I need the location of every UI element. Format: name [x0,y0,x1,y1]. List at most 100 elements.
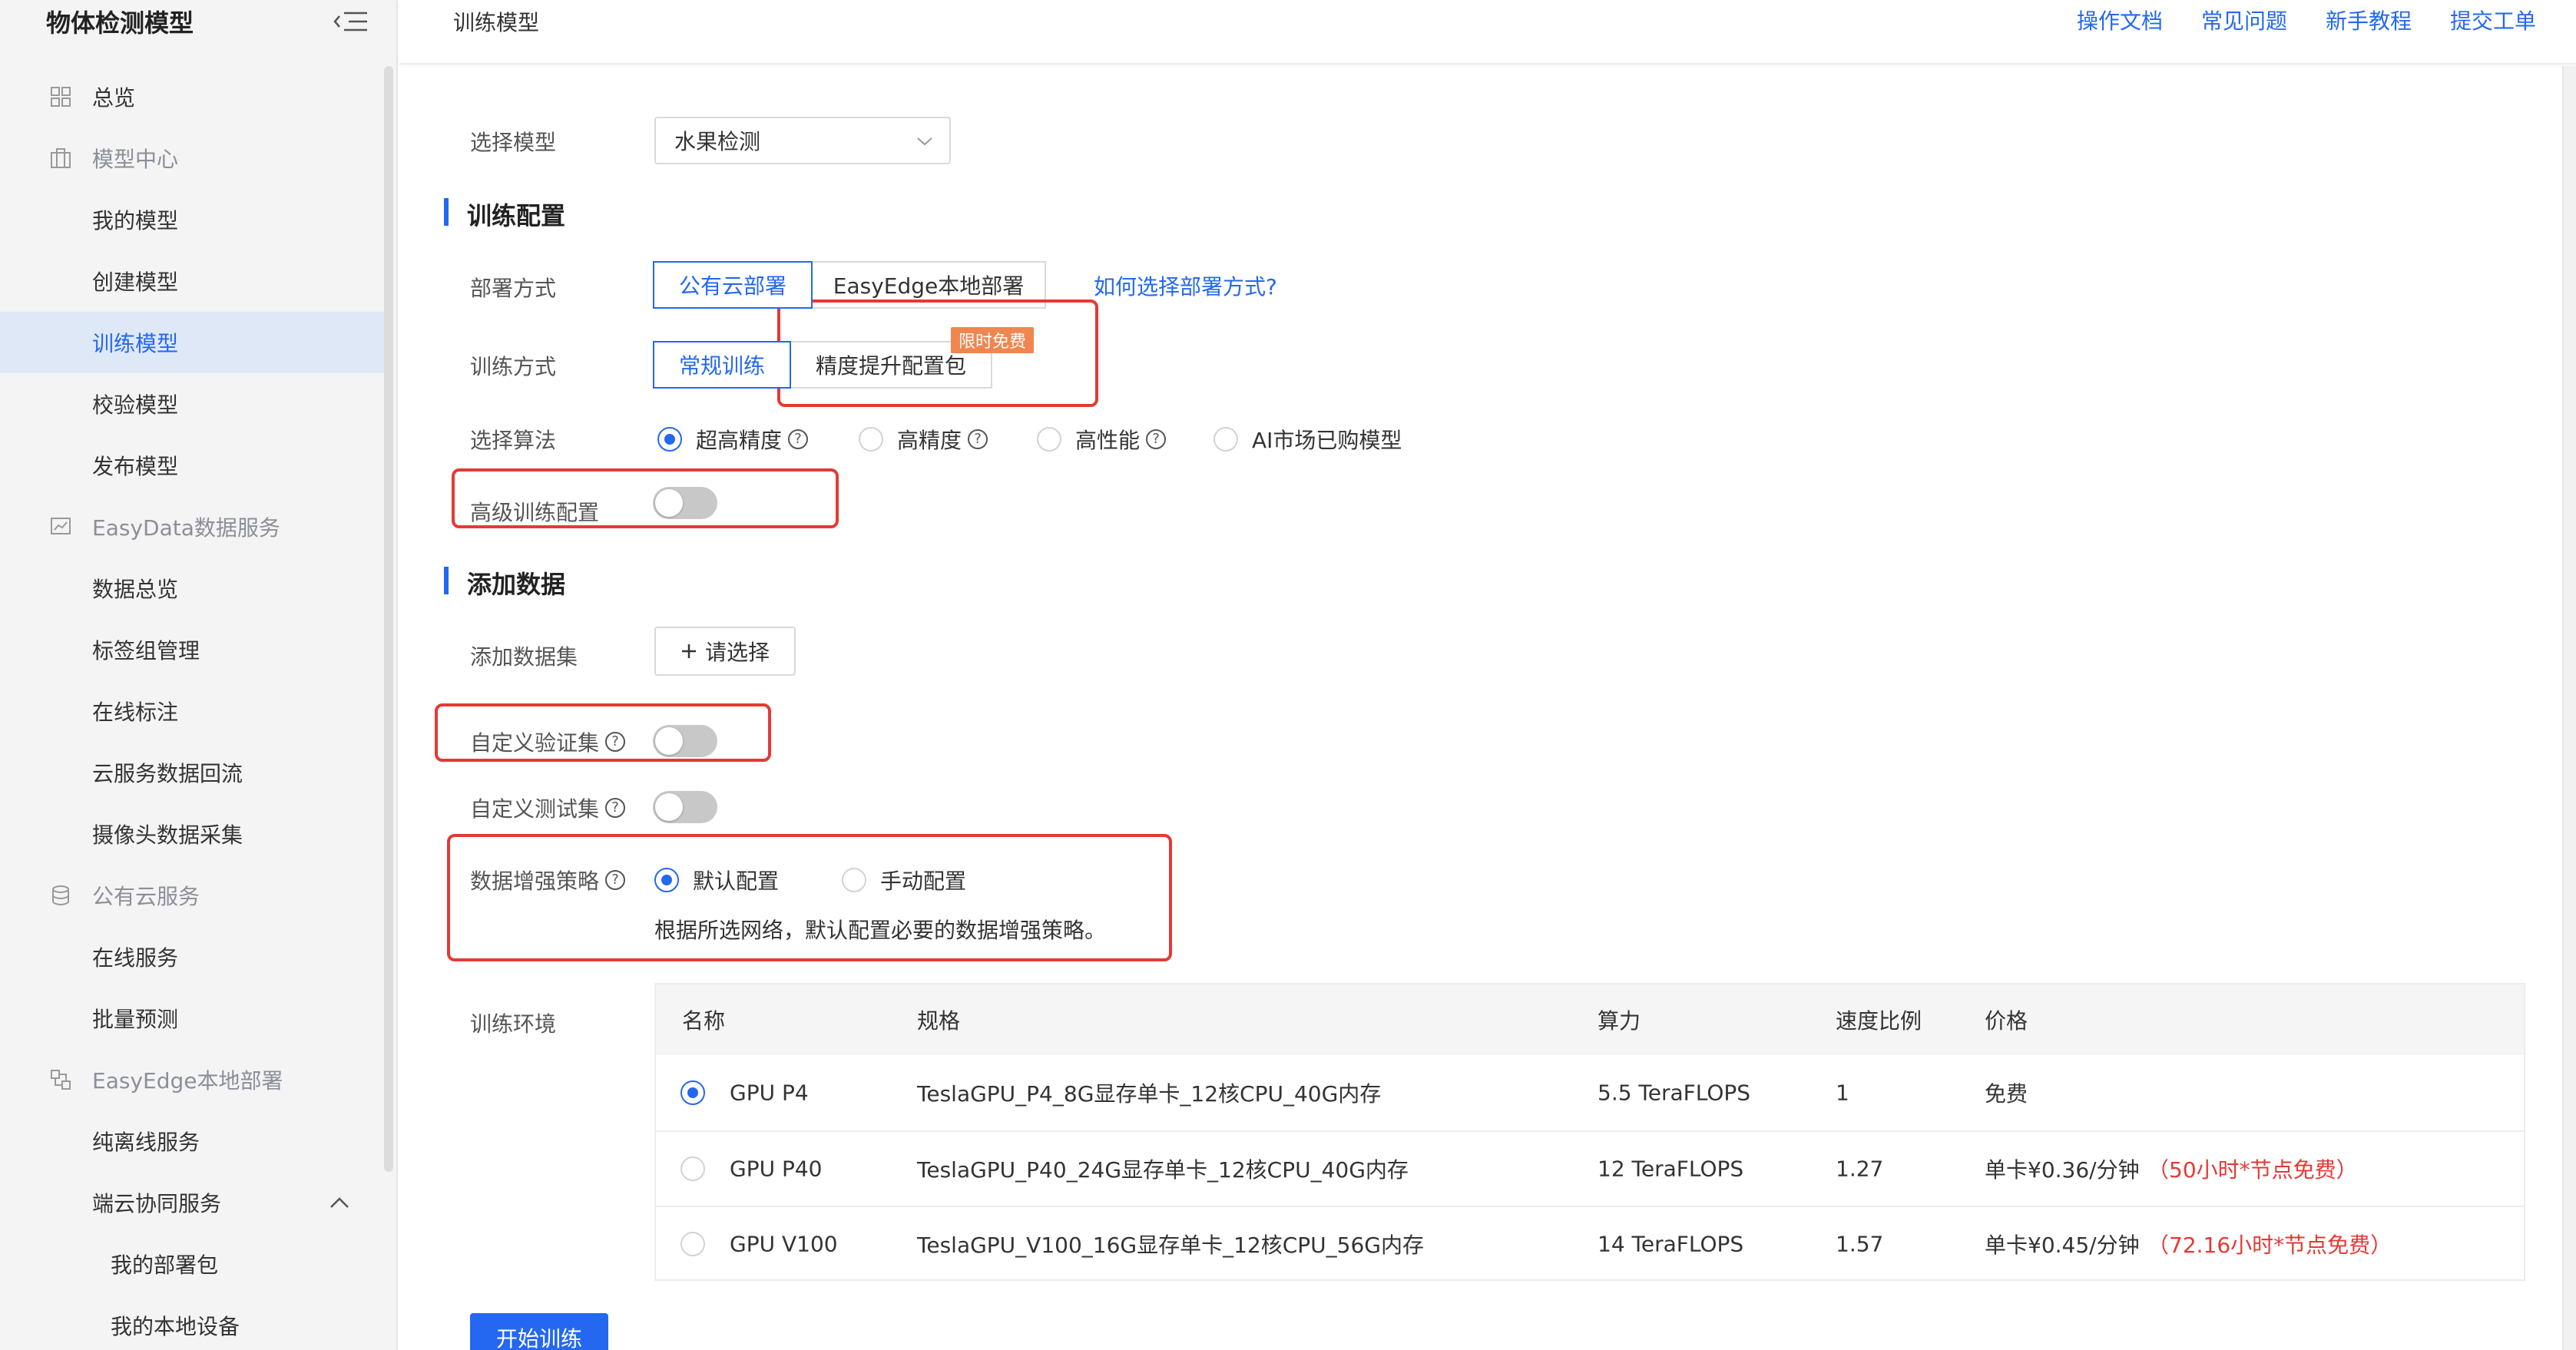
column-header-price: 价格 [1985,1008,2028,1034]
sidebar-item-label-groups[interactable]: 标签组管理 [0,619,387,680]
row-power: 14 TeraFLOPS [1598,1231,1744,1257]
sidebar: 物体检测模型 总览 模型中心 我的模型 创建模型 训练模型 校验模型 发布模型 … [0,0,398,1350]
help-icon[interactable]: ? [1146,429,1167,449]
column-header-ratio: 速度比例 [1836,1008,1922,1034]
table-row[interactable]: GPU P40 TeslaGPU_P40_24G显存单卡_12核CPU_40G内… [656,1130,2524,1206]
plus-icon [681,644,696,658]
row-name: GPU P40 [730,1156,823,1182]
sidebar-item-cloud-data-return[interactable]: 云服务数据回流 [0,742,387,803]
sidebar-item-label: 云服务数据回流 [92,761,243,786]
sidebar-item-label: 批量预测 [92,1007,179,1032]
column-header-power: 算力 [1598,1008,1641,1034]
model-select[interactable]: 水果检测 [654,117,951,164]
add-dataset-button[interactable]: 请选择 [654,627,796,676]
algo-market-radio[interactable]: AI市场已购模型 [1214,424,1402,455]
sidebar-item-label: EasyEdge本地部署 [92,1068,283,1094]
sidebar-item-offline-service[interactable]: 纯离线服务 [0,1110,387,1172]
sidebar-item-my-deploy-packages[interactable]: 我的部署包 [0,1233,387,1295]
sidebar-item-label: 摄像头数据采集 [92,822,243,848]
radio-dot [859,427,883,452]
sidebar-item-online-service[interactable]: 在线服务 [0,926,387,988]
sidebar-scrollbar[interactable] [384,66,393,1172]
row-promo: （50小时*节点免费） [2147,1157,2358,1183]
help-icon[interactable]: ? [788,429,809,449]
page-title: 训练模型 [453,10,540,35]
row-ratio: 1 [1836,1080,1849,1106]
column-header-spec: 规格 [917,1008,961,1034]
section-title-train-config: 训练配置 [444,197,565,232]
algo-ultra-high-radio[interactable]: 超高精度 ? [657,424,809,455]
sidebar-item-label: 创建模型 [92,270,179,295]
add-dataset-button-label: 请选择 [704,640,770,665]
sidebar-group-easyedge[interactable]: EasyEdge本地部署 [0,1049,387,1110]
sidebar-item-publish-model[interactable]: 发布模型 [0,435,387,496]
add-dataset-label: 添加数据集 [470,644,578,670]
sidebar-item-label: 纯离线服务 [92,1130,200,1155]
sidebar-item-data-overview[interactable]: 数据总览 [0,558,387,619]
help-icon[interactable]: ? [968,429,988,449]
row-ratio: 1.27 [1836,1156,1884,1182]
deploy-help-link[interactable]: 如何选择部署方式? [1094,270,1277,301]
deploy-public-cloud-button[interactable]: 公有云部署 [653,261,813,309]
row-power: 12 TeraFLOPS [1598,1156,1744,1182]
sidebar-item-label: 标签组管理 [92,638,200,663]
radio-dot [657,427,682,452]
table-header: 名称 规格 算力 速度比例 价格 [656,984,2524,1055]
sidebar-group-public-cloud[interactable]: 公有云服务 [0,865,387,926]
page-scrollbar[interactable] [2562,66,2576,1350]
row-spec: TeslaGPU_P4_8G显存单卡_12核CPU_40G内存 [917,1081,1382,1107]
link-faq[interactable]: 常见问题 [2201,5,2287,35]
radio-label: AI市场已购模型 [1252,428,1402,453]
sidebar-item-train-model[interactable]: 训练模型 [0,312,387,373]
row-ratio: 1.57 [1836,1231,1884,1257]
help-icon[interactable]: ? [605,798,626,818]
train-normal-button[interactable]: 常规训练 [653,341,791,389]
sidebar-item-label: 校验模型 [92,392,179,418]
algo-high-radio[interactable]: 高精度 ? [859,424,988,455]
start-training-button[interactable]: 开始训练 [470,1313,608,1350]
link-tutorial[interactable]: 新手教程 [2326,5,2412,35]
chevron-down-icon [917,137,932,146]
row-price: 单卡¥0.36/分钟 [1985,1157,2140,1183]
sidebar-item-overview[interactable]: 总览 [0,66,387,127]
sidebar-item-label: 公有云服务 [92,884,200,909]
highlight-box-advanced-config [452,468,839,528]
sidebar-item-camera-collection[interactable]: 摄像头数据采集 [0,803,387,865]
sidebar-item-label: 端云协同服务 [92,1191,222,1216]
deploy-method-label: 部署方式 [470,276,557,301]
train-env-table: 名称 规格 算力 速度比例 价格 GPU P4 TeslaGPU_P4_8G显存… [654,983,2525,1281]
link-ticket[interactable]: 提交工单 [2450,5,2536,35]
custom-test-text: 自定义测试集 [470,796,600,822]
row-price: 单卡¥0.45/分钟 [1985,1233,2140,1258]
top-links: 操作文档 常见问题 新手教程 提交工单 [2077,5,2536,35]
radio-dot [1214,427,1238,452]
sidebar-item-batch-predict[interactable]: 批量预测 [0,988,387,1049]
database-icon [52,885,69,906]
algo-performance-radio[interactable]: 高性能 ? [1037,424,1167,455]
sidebar-item-create-model[interactable]: 创建模型 [0,250,387,312]
chevron-up-icon[interactable] [329,1196,350,1209]
row-name: GPU V100 [730,1231,838,1257]
custom-test-label: 自定义测试集 ? [470,792,626,823]
sidebar-group-easydata[interactable]: EasyData数据服务 [0,496,387,558]
collapse-menu-icon[interactable] [333,10,369,33]
model-select-value: 水果检测 [674,129,761,154]
table-row[interactable]: GPU V100 TeslaGPU_V100_16G显存单卡_12核CPU_56… [656,1206,2524,1281]
sidebar-group-model-center[interactable]: 模型中心 [0,127,387,189]
column-header-name: 名称 [682,1008,726,1034]
table-row[interactable]: GPU P4 TeslaGPU_P4_8G显存单卡_12核CPU_40G内存 5… [656,1055,2524,1130]
row-radio[interactable] [680,1232,705,1256]
row-radio[interactable] [680,1156,705,1181]
sidebar-item-edge-cloud-service[interactable]: 端云协同服务 [0,1172,387,1233]
row-radio[interactable] [680,1080,705,1105]
sidebar-item-my-models[interactable]: 我的模型 [0,189,387,250]
link-docs[interactable]: 操作文档 [2077,5,2163,35]
sidebar-item-my-local-devices[interactable]: 我的本地设备 [0,1295,387,1350]
custom-test-toggle[interactable] [653,791,717,823]
grid-icon [51,87,71,107]
sidebar-item-label: 我的部署包 [111,1252,219,1278]
algorithm-label: 选择算法 [470,428,557,453]
sidebar-item-online-labeling[interactable]: 在线标注 [0,680,387,742]
sidebar-item-verify-model[interactable]: 校验模型 [0,373,387,435]
sidebar-item-label: 我的本地设备 [111,1314,240,1339]
